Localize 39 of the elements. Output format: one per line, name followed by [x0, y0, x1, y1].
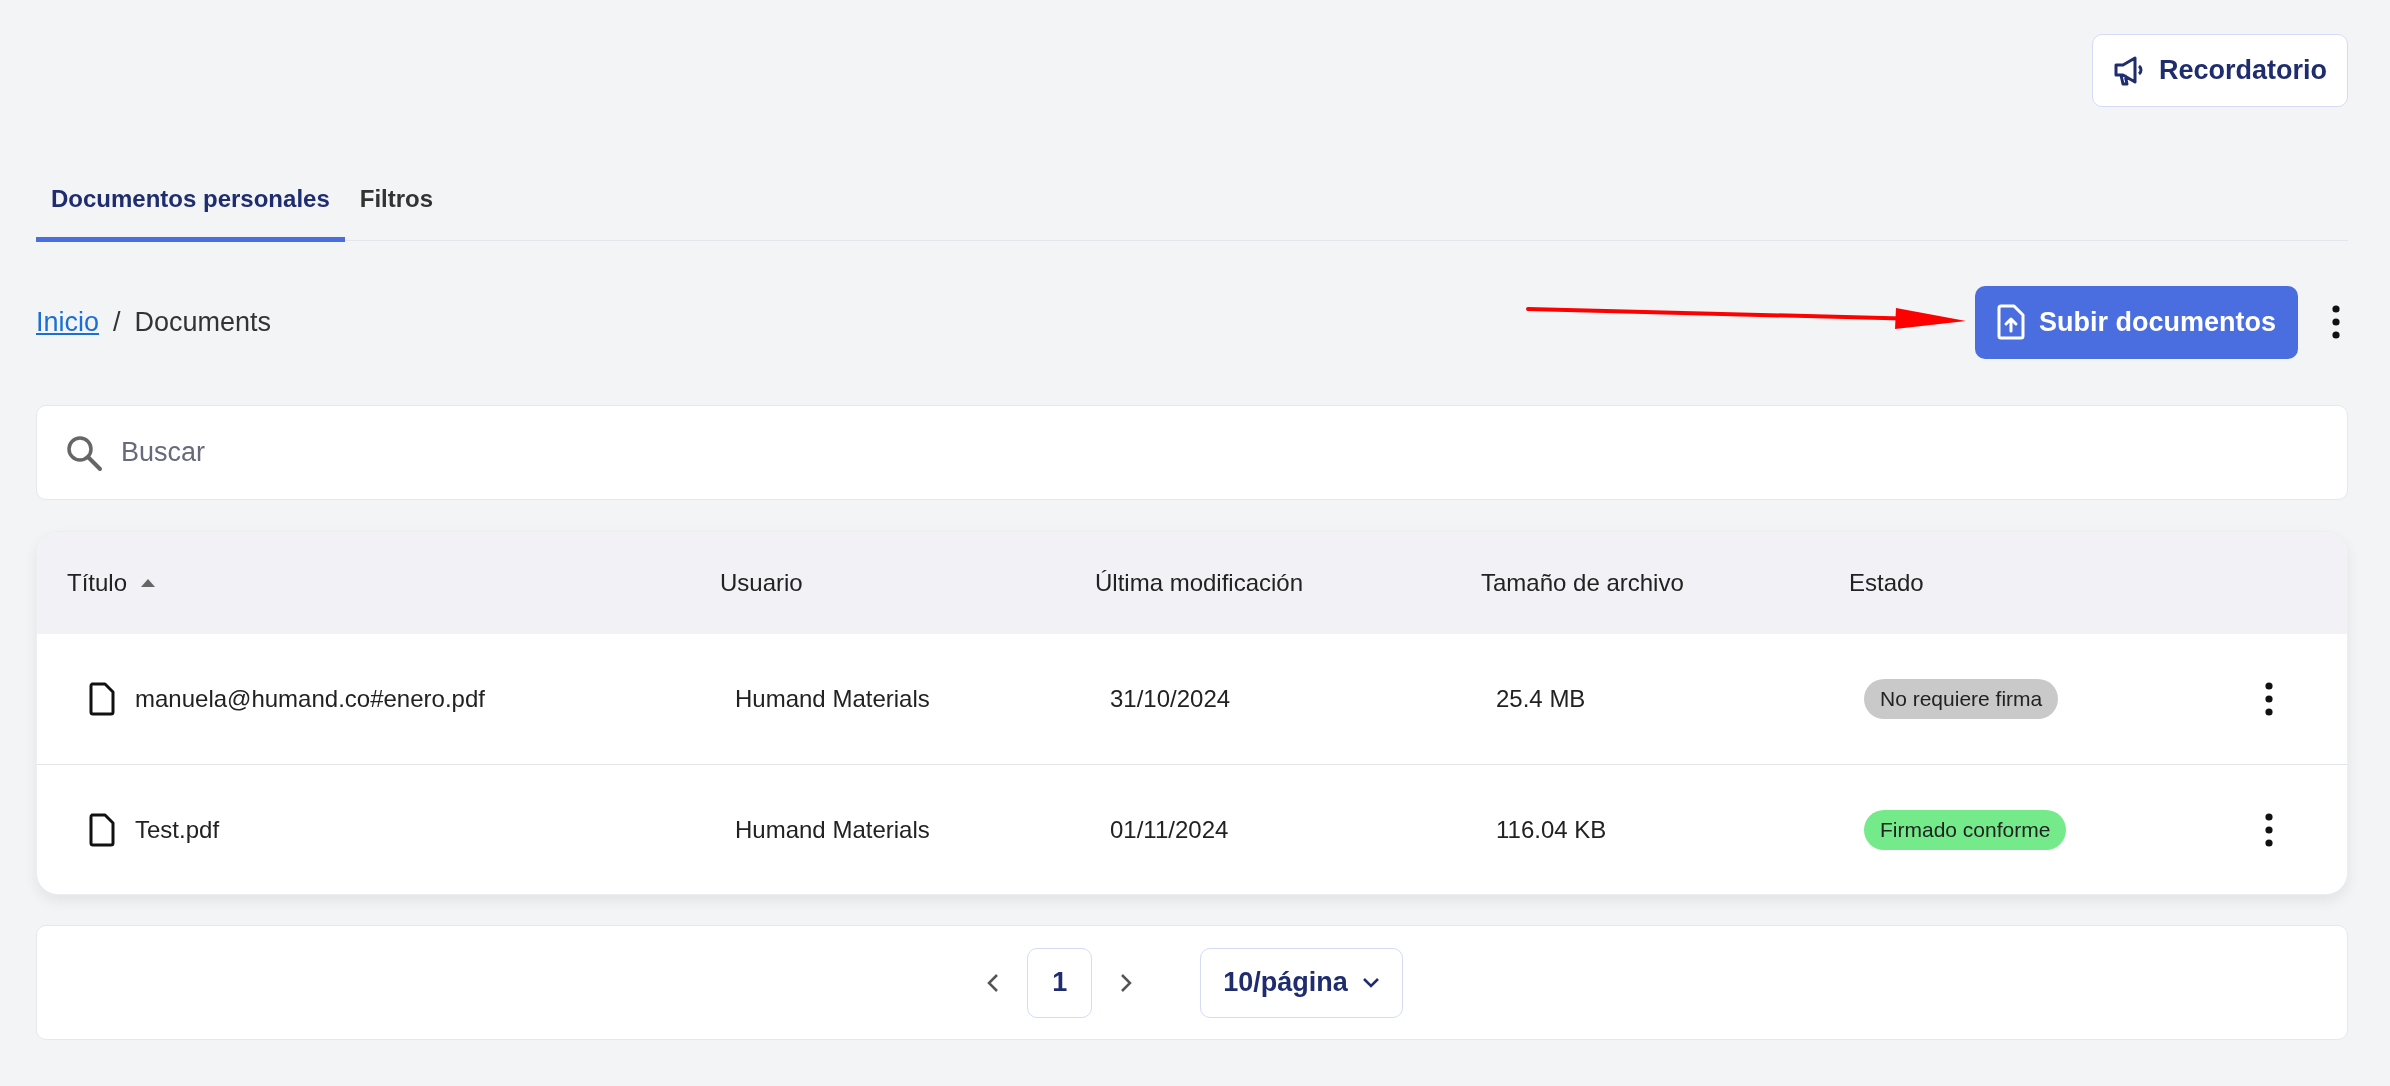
tab[interactable]: Filtros [344, 171, 449, 242]
page-button[interactable]: 1 [1027, 947, 1093, 1018]
status-badge: Firmado conforme [1864, 809, 2067, 850]
status-badge: No requiere firma [1864, 679, 2059, 719]
file-icon [89, 682, 115, 716]
table-cell: Humand Materials [735, 685, 930, 713]
more-icon [2265, 682, 2273, 716]
chevron-left-icon [987, 972, 1000, 993]
chevron-down-icon [1361, 977, 1380, 988]
breadcrumb-separator: / [113, 306, 121, 338]
table-cell: manuela@humand.co#enero.pdf [135, 685, 485, 713]
chevron-right-icon [1120, 972, 1133, 993]
table-cell: Test.pdf [135, 815, 220, 844]
upload-button[interactable]: Subir documentos [1975, 285, 2298, 359]
column-header[interactable]: Usuario [720, 569, 803, 597]
search-input[interactable]: Buscar [119, 436, 2319, 469]
table-row[interactable]: manuela@humand.co#enero.pdf Humand Materials 31/10/2024 25.4 MB No requiere firma [37, 634, 2347, 764]
file-upload-icon [1997, 304, 2025, 340]
sort-ascending-icon [141, 579, 156, 587]
page-size-select[interactable]: 10/página [1200, 947, 1403, 1018]
table-cell: 25.4 MB [1496, 685, 1586, 713]
table-cell: 01/11/2024 [1110, 815, 1229, 844]
search-field[interactable]: Buscar [36, 405, 2348, 500]
column-header[interactable]: Tamaño de archivo [1481, 569, 1684, 597]
column-header[interactable]: Estado [1849, 569, 1924, 597]
reminder-button[interactable]: Recordatorio [2091, 34, 2348, 107]
table-cell: Humand Materials [735, 815, 930, 844]
table-row[interactable]: Test.pdf Humand Materials 01/11/2024 116.04 KB Firmado conforme [37, 764, 2347, 894]
search-icon [65, 433, 103, 472]
breadcrumb-current: Documents [134, 306, 272, 338]
table-cell: 116.04 KB [1496, 815, 1607, 844]
column-header[interactable]: Título [67, 569, 128, 597]
tab[interactable]: Documentos personales [36, 171, 345, 242]
file-icon [89, 812, 115, 847]
table-cell: 31/10/2024 [1110, 685, 1231, 713]
breadcrumb-link[interactable]: Inicio [36, 306, 100, 338]
more-icon [2332, 305, 2340, 339]
column-header[interactable]: Última modificación [1095, 569, 1304, 597]
more-icon [2265, 812, 2273, 847]
